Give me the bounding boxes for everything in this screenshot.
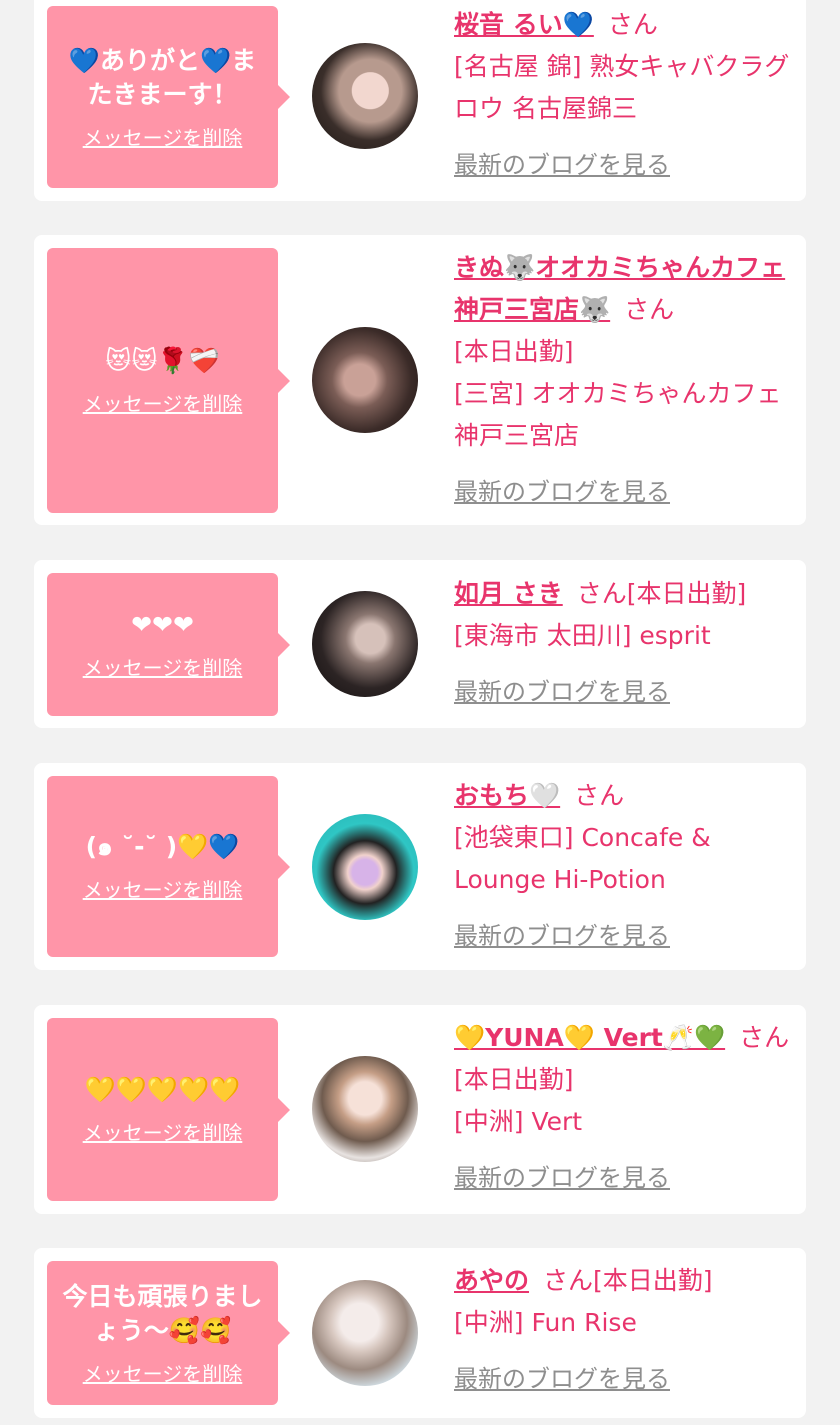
avatar[interactable]	[312, 1280, 418, 1386]
message-bubble: 💛💛💛💛💛 メッセージを削除	[47, 1018, 290, 1201]
message-text: ❤❤❤	[131, 610, 194, 639]
honorific: さん	[607, 10, 658, 39]
delete-message-link[interactable]: メッセージを削除	[83, 1117, 243, 1146]
delete-message-link[interactable]: メッセージを削除	[83, 874, 243, 903]
delete-message-link[interactable]: メッセージを削除	[83, 388, 243, 417]
latest-blog-link[interactable]: 最新のブログを見る	[454, 915, 670, 957]
message-card: 今日も頑張りましょう〜🥰🥰 メッセージを削除 あやの さん[本日出勤] [中洲] …	[34, 1248, 806, 1418]
cast-info: 💛YUNA💛 Vert🥂💚 さん [本日出勤] [中洲] Vert 最新のブログを見…	[454, 1017, 794, 1199]
honorific: さん	[739, 1023, 790, 1052]
avatar[interactable]	[312, 814, 418, 920]
message-text: 💛💛💛💛💛	[84, 1075, 241, 1104]
work-status: [本日出勤]	[593, 1266, 713, 1295]
shop-name: [三宮] オオカミちゃんカフェ神戸三宮店	[454, 379, 782, 450]
cast-info: おもち🤍 さん [池袋東口] Concafe & Lounge Hi-Potion…	[454, 775, 794, 957]
work-status: [本日出勤]	[454, 337, 574, 366]
message-bubble: 今日も頑張りましょう〜🥰🥰 メッセージを削除	[47, 1261, 290, 1405]
message-text: 😻😻🌹❤️‍🩹	[105, 346, 220, 375]
avatar[interactable]	[312, 591, 418, 697]
shop-name: [東海市 太田川] esprit	[454, 621, 711, 650]
work-status: [本日出勤]	[454, 1065, 574, 1094]
message-text: 今日も頑張りましょう〜🥰🥰	[62, 1281, 263, 1345]
honorific: さん	[624, 295, 675, 324]
avatar[interactable]	[312, 1056, 418, 1162]
latest-blog-link[interactable]: 最新のブログを見る	[454, 671, 670, 713]
message-card: ❤❤❤ メッセージを削除 如月 さき さん[本日出勤] [東海市 太田川] esp…	[34, 560, 806, 728]
avatar[interactable]	[312, 43, 418, 149]
cast-name-link[interactable]: 💛YUNA💛 Vert🥂💚	[454, 1023, 725, 1052]
cast-name-link[interactable]: あやの	[454, 1266, 529, 1295]
message-text: (๑ ˘-˘ )💛💙	[85, 832, 240, 861]
shop-name: [池袋東口] Concafe & Lounge Hi-Potion	[454, 823, 711, 894]
shop-name: [名古屋 錦] 熟女キャバクラグロウ 名古屋錦三	[454, 52, 790, 123]
cast-name-link[interactable]: 桜音 るい💙	[454, 10, 594, 39]
cast-name-link[interactable]: おもち🤍	[454, 781, 560, 810]
cast-name-link[interactable]: 如月 さき	[454, 579, 563, 608]
latest-blog-link[interactable]: 最新のブログを見る	[454, 1358, 670, 1400]
message-bubble: 💙ありがと💙またきまーす！ メッセージを削除	[47, 6, 290, 188]
delete-message-link[interactable]: メッセージを削除	[83, 122, 243, 151]
cast-info: 如月 さき さん[本日出勤] [東海市 太田川] esprit 最新のブログを見る	[454, 573, 794, 713]
delete-message-link[interactable]: メッセージを削除	[83, 1358, 243, 1387]
shop-name: [中洲] Fun Rise	[454, 1308, 637, 1337]
honorific: さん	[574, 781, 625, 810]
honorific: さん	[576, 579, 627, 608]
message-card: 💛💛💛💛💛 メッセージを削除 💛YUNA💛 Vert🥂💚 さん [本日出勤] [中洲…	[34, 1005, 806, 1214]
message-text: 💙ありがと💙またきまーす！	[68, 45, 257, 109]
delete-message-link[interactable]: メッセージを削除	[83, 652, 243, 681]
message-bubble: (๑ ˘-˘ )💛💙 メッセージを削除	[47, 776, 290, 957]
honorific: さん	[543, 1266, 594, 1295]
message-card: 💙ありがと💙またきまーす！ メッセージを削除 桜音 るい💙 さん [名古屋 錦] …	[34, 0, 806, 201]
message-bubble: ❤❤❤ メッセージを削除	[47, 573, 290, 716]
avatar[interactable]	[312, 327, 418, 433]
message-card: 😻😻🌹❤️‍🩹 メッセージを削除 きぬ🐺オオカミちゃんカフェ神戸三宮店🐺 さん […	[34, 235, 806, 525]
latest-blog-link[interactable]: 最新のブログを見る	[454, 1157, 670, 1199]
cast-info: あやの さん[本日出勤] [中洲] Fun Rise 最新のブログを見る	[454, 1260, 794, 1400]
cast-name-link[interactable]: きぬ🐺オオカミちゃんカフェ神戸三宮店🐺	[454, 253, 785, 324]
latest-blog-link[interactable]: 最新のブログを見る	[454, 144, 670, 186]
message-card: (๑ ˘-˘ )💛💙 メッセージを削除 おもち🤍 さん [池袋東口] Concaf…	[34, 763, 806, 970]
latest-blog-link[interactable]: 最新のブログを見る	[454, 471, 670, 513]
cast-info: きぬ🐺オオカミちゃんカフェ神戸三宮店🐺 さん [本日出勤] [三宮] オオカミちゃ…	[454, 247, 794, 513]
shop-name: [中洲] Vert	[454, 1107, 583, 1136]
cast-info: 桜音 るい💙 さん [名古屋 錦] 熟女キャバクラグロウ 名古屋錦三 最新のブログ…	[454, 4, 794, 186]
work-status: [本日出勤]	[626, 579, 747, 608]
message-bubble: 😻😻🌹❤️‍🩹 メッセージを削除	[47, 248, 290, 513]
